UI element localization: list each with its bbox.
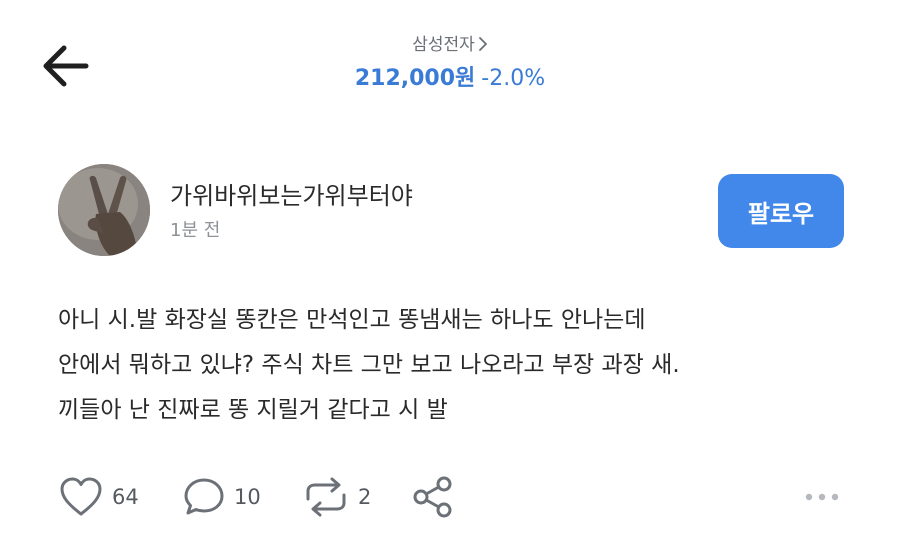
comment-count: 10: [234, 485, 261, 509]
price-line: 212,000원 -2.0%: [0, 60, 900, 92]
comment-icon: [184, 478, 224, 515]
share-icon: [413, 476, 452, 518]
more-button[interactable]: [802, 486, 842, 508]
price-change: -2.0%: [481, 66, 546, 91]
more-dots-icon: [805, 493, 839, 501]
stock-price: 212,000원: [354, 66, 476, 91]
like-button[interactable]: 64: [58, 474, 139, 520]
chevron-right-icon: [478, 35, 488, 55]
heart-icon: [60, 477, 102, 516]
comment-button[interactable]: 10: [182, 474, 261, 520]
stock-name-link[interactable]: 삼성전자: [412, 35, 488, 55]
repost-button[interactable]: 2: [302, 474, 371, 520]
share-button[interactable]: [410, 474, 456, 520]
like-count: 64: [112, 485, 139, 509]
post-body-line: 끼들아 난 진짜로 똥 지릴거 같다고 시 발: [58, 397, 448, 423]
repost-count: 2: [358, 485, 372, 509]
post-body-line: 안에서 뭐하고 있냐? 주식 차트 그만 보고 나오라고 부장 과장 새.: [58, 352, 680, 378]
stock-name: 삼성전자: [412, 35, 475, 55]
stock-header: 삼성전자: [0, 30, 900, 55]
post-body-line: 아니 시.발 화장실 똥칸은 만석인고 똥냄새는 하나도 안나는데: [58, 307, 646, 333]
follow-button[interactable]: 팔로우: [718, 174, 844, 248]
post-time: 1분 전: [170, 220, 221, 241]
post-body: 아니 시.발 화장실 똥칸은 만석인고 똥냄새는 하나도 안나는데 안에서 뭐하…: [58, 298, 858, 433]
v-sign-hand-image: [58, 164, 150, 256]
avatar[interactable]: [58, 164, 150, 256]
author-name[interactable]: 가위바위보는가위부터야: [170, 176, 413, 211]
repost-icon: [306, 477, 346, 517]
